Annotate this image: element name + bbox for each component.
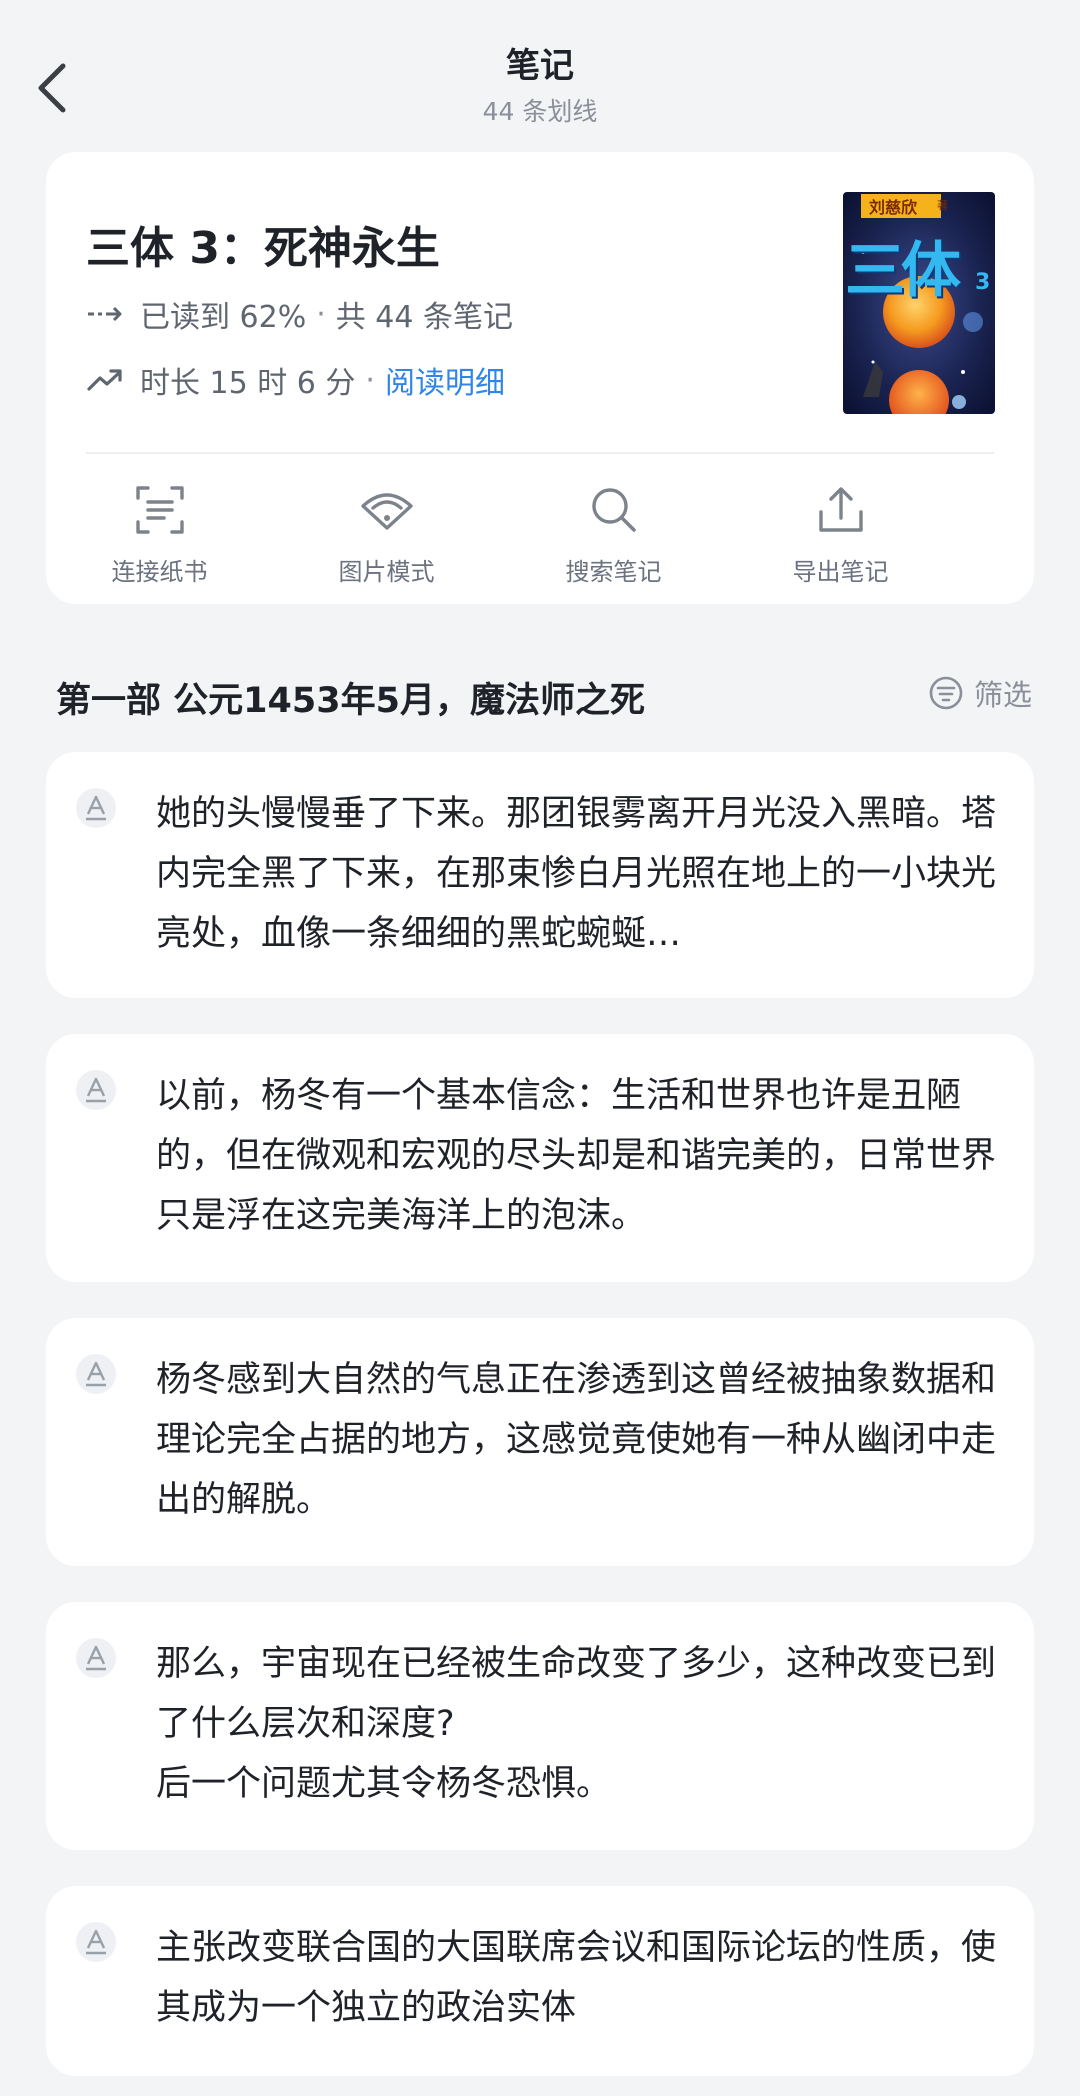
connect-paper-book-label: 连接纸书 [111, 558, 208, 586]
search-icon [586, 482, 642, 538]
image-mode-button[interactable]: 图片模式 [273, 482, 500, 587]
export-notes-label: 导出笔记 [792, 558, 889, 586]
note-text: 主张改变联合国的大国联席会议和国际论坛的性质，使其成为一个独立的政治实体 [156, 1928, 997, 2028]
reading-progress-row: 已读到 62% · 共 44 条笔记 [86, 292, 513, 336]
reading-detail-link[interactable]: 阅读明细 [385, 358, 505, 402]
note-card[interactable]: 那么，宇宙现在已经被生命改变了多少，这种改变已到了什么层次和深度? 后一个问题尤… [46, 1602, 1034, 1850]
filter-button[interactable]: 筛选 [928, 672, 1032, 714]
cover-volume: 3 [975, 270, 991, 295]
chapter-title: 第一部 公元1453年5月，魔法师之死 [56, 681, 645, 721]
top-bar: 笔记 44 条划线 [0, 0, 1080, 140]
note-card[interactable]: 她的头慢慢垂了下来。那团银雾离开月光没入黑暗。塔内完全黑了下来，在那束惨白月光照… [46, 752, 1034, 998]
progress-text: 已读到 62% [140, 300, 307, 335]
highlight-icon [76, 1070, 116, 1110]
divider [86, 452, 994, 454]
action-bar: 连接纸书 图片模式 搜索笔记 导出笔记 [46, 482, 1034, 602]
export-icon [813, 482, 869, 538]
chapter-header: 第一部 公元1453年5月，魔法师之死 筛选 [56, 668, 1032, 724]
highlight-icon [76, 1354, 116, 1394]
connect-paper-book-button[interactable]: 连接纸书 [46, 482, 273, 587]
filter-label: 筛选 [973, 678, 1032, 712]
separator-dot: · [316, 296, 326, 332]
note-text-line: 那么，宇宙现在已经被生命改变了多少，这种改变已到了什么层次和深度? [156, 1644, 997, 1744]
image-mode-label: 图片模式 [338, 558, 435, 586]
trend-up-icon [86, 360, 126, 400]
notes-count-text: 共 44 条笔记 [335, 300, 514, 335]
highlight-icon [76, 788, 116, 828]
duration-text: 时长 15 时 6 分 [140, 366, 356, 401]
export-notes-button[interactable]: 导出笔记 [727, 482, 954, 587]
cover-author-suffix: 著 [937, 199, 948, 212]
note-text: 她的头慢慢垂了下来。那团银雾离开月光没入黑暗。塔内完全黑了下来，在那束惨白月光照… [156, 794, 997, 954]
note-text: 杨冬感到大自然的气息正在渗透到这曾经被抽象数据和理论完全占据的地方，这感觉竟使她… [156, 1360, 997, 1520]
note-text: 那么，宇宙现在已经被生命改变了多少，这种改变已到了什么层次和深度? 后一个问题尤… [156, 1634, 1002, 1814]
highlight-count: 44 条划线 [482, 97, 598, 126]
highlight-icon [76, 1922, 116, 1962]
reading-duration-row: 时长 15 时 6 分 · 阅读明细 [86, 358, 505, 402]
cover-author: 刘慈欣 [869, 198, 918, 217]
note-card[interactable]: 主张改变联合国的大国联席会议和国际论坛的性质，使其成为一个独立的政治实体 [46, 1886, 1034, 2076]
book-title: 三体 3：死神永生 [86, 223, 440, 274]
search-notes-button[interactable]: 搜索笔记 [500, 482, 727, 587]
search-notes-label: 搜索笔记 [565, 558, 662, 586]
page-title: 笔记 [506, 46, 574, 86]
progress-arrow-icon [86, 294, 126, 334]
filter-icon [928, 675, 964, 711]
note-text-line: 后一个问题尤其令杨冬恐惧。 [156, 1764, 612, 1804]
note-card[interactable]: 以前，杨冬有一个基本信念：生活和世界也许是丑陋的，但在微观和宏观的尽头却是和谐完… [46, 1034, 1034, 1282]
fan-image-icon [359, 482, 415, 538]
cover-title: 三体 [845, 236, 961, 306]
highlight-icon [76, 1638, 116, 1678]
book-cover[interactable]: 刘慈欣 著 三体 3 [843, 192, 995, 414]
book-info-card: 三体 3：死神永生 已读到 62% · 共 44 条笔记 时长 15 时 6 分… [46, 152, 1034, 604]
note-text: 以前，杨冬有一个基本信念：生活和世界也许是丑陋的，但在微观和宏观的尽头却是和谐完… [156, 1076, 997, 1236]
separator-dot: · [365, 362, 375, 398]
scan-document-icon [132, 482, 188, 538]
note-card[interactable]: 杨冬感到大自然的气息正在渗透到这曾经被抽象数据和理论完全占据的地方，这感觉竟使她… [46, 1318, 1034, 1566]
